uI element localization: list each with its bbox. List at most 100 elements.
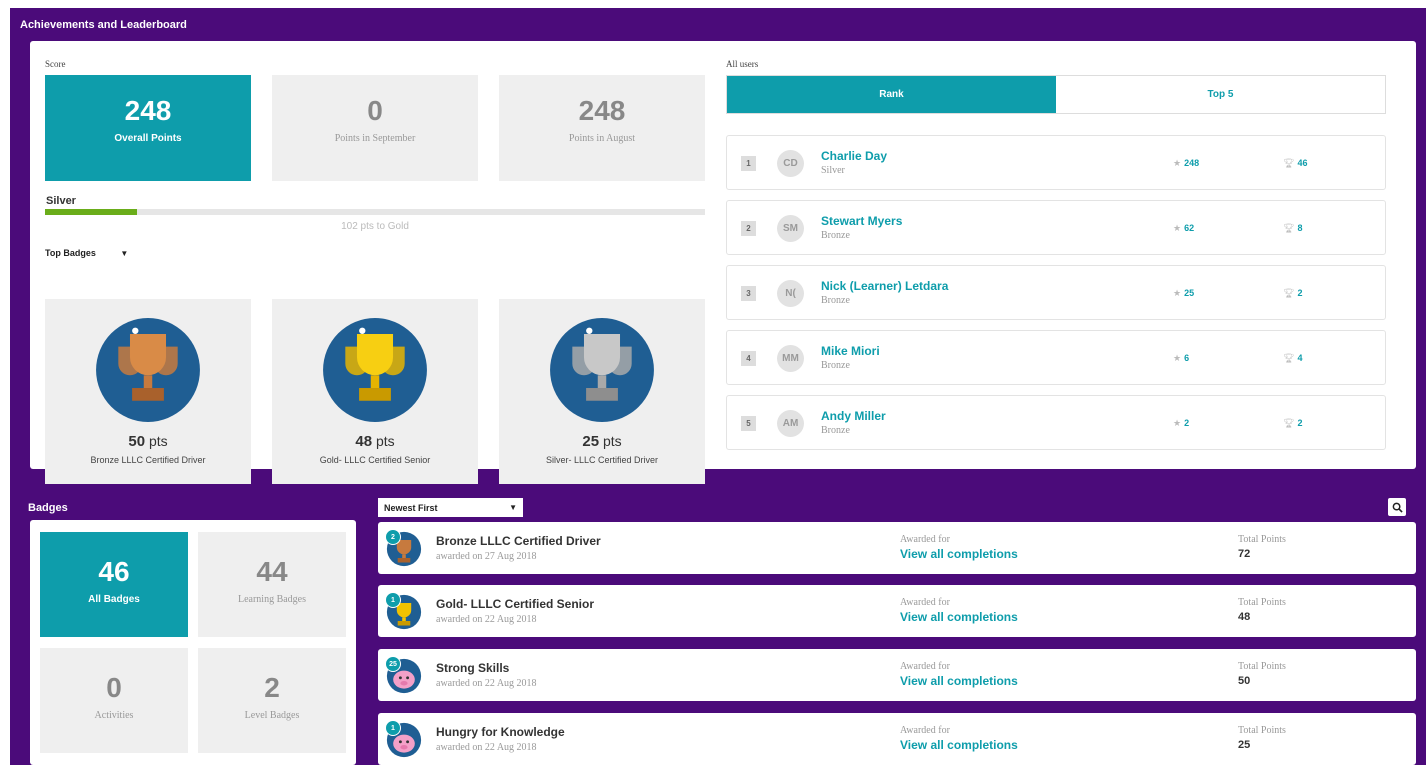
gold-trophy-icon xyxy=(323,318,427,422)
rank-number: 5 xyxy=(741,416,756,431)
next-level-text: 102 pts to Gold xyxy=(341,221,409,232)
rank-number: 3 xyxy=(741,286,756,301)
leaderboard-row[interactable]: 4 MM Mike Miori Bronze ★ 6 🏆︎ 4 xyxy=(726,330,1386,385)
avatar: SM xyxy=(777,215,804,242)
september-points-value: 0 xyxy=(367,95,383,126)
user-name-link[interactable]: Andy Miller xyxy=(821,409,886,423)
tab-top-5[interactable]: Top 5 xyxy=(1056,76,1385,113)
top-badges-dropdown[interactable]: Top Badges ▼ xyxy=(45,248,128,258)
view-completions-link[interactable]: View all completions xyxy=(900,610,1018,624)
level-badges-filter[interactable]: 2 Level Badges xyxy=(198,648,346,753)
learning-badges-label: Learning Badges xyxy=(237,594,307,605)
sort-dropdown[interactable]: Newest First ▼ xyxy=(378,498,523,517)
badge-date: awarded on 22 Aug 2018 xyxy=(436,614,537,625)
total-points-value: 48 xyxy=(1238,611,1251,623)
top-badge-card[interactable]: 50 pts Bronze LLLC Certified Driver xyxy=(45,299,251,484)
total-points-label: Total Points xyxy=(1238,725,1286,736)
user-points: ★ 2 xyxy=(1173,418,1190,428)
user-badges: 🏆︎ 46 xyxy=(1283,158,1308,168)
user-name-link[interactable]: Mike Miori xyxy=(821,344,880,358)
app-frame: Achievements and Leaderboard Score 248 O… xyxy=(10,8,1426,765)
overall-points-label: Overall Points xyxy=(114,133,182,144)
user-level: Bronze xyxy=(821,425,850,436)
trophy-icon: 🏆︎ xyxy=(1283,353,1295,363)
score-label: Score xyxy=(45,59,66,69)
sort-selected: Newest First xyxy=(384,502,438,513)
learning-badges-filter[interactable]: 44 Learning Badges xyxy=(198,532,346,637)
leaderboard-row[interactable]: 5 AM Andy Miller Bronze ★ 2 🏆︎ 2 xyxy=(726,395,1386,450)
chevron-down-icon: ▼ xyxy=(120,249,129,258)
badge-count: 1 xyxy=(385,720,401,736)
top-badge-card[interactable]: 48 pts Gold- LLLC Certified Senior xyxy=(272,299,478,484)
leaderboard-row[interactable]: 2 SM Stewart Myers Bronze ★ 62 🏆︎ 8 xyxy=(726,200,1386,255)
top-badges-label: Top Badges xyxy=(45,248,96,258)
badge-date: awarded on 27 Aug 2018 xyxy=(436,551,537,562)
awarded-for-label: Awarded for xyxy=(900,597,950,608)
overall-points-card[interactable]: 248 Overall Points xyxy=(45,75,251,181)
trophy-icon: 🏆︎ xyxy=(1283,288,1295,298)
level-badges-count: 2 xyxy=(264,672,280,703)
user-name-link[interactable]: Stewart Myers xyxy=(821,214,902,228)
user-points: ★ 62 xyxy=(1173,223,1195,233)
silver-trophy-icon xyxy=(550,318,654,422)
avatar: MM xyxy=(777,345,804,372)
overall-points-value: 248 xyxy=(124,95,172,126)
view-completions-link[interactable]: View all completions xyxy=(900,674,1018,688)
badges-title: Badges xyxy=(28,502,68,514)
leaderboard-row[interactable]: 1 CD Charlie Day Silver ★ 248 🏆︎ 46 xyxy=(726,135,1386,190)
user-level: Silver xyxy=(821,165,845,176)
awarded-for-label: Awarded for xyxy=(900,725,950,736)
badge-title: Bronze LLLC Certified Driver xyxy=(436,534,601,548)
top-badge-points: 25 pts xyxy=(582,433,622,450)
avatar: N( xyxy=(777,280,804,307)
view-completions-link[interactable]: View all completions xyxy=(900,738,1018,752)
user-name-link[interactable]: Charlie Day xyxy=(821,149,887,163)
badge-stats-panel: 46 All Badges 44 Learning Badges 0 Activ… xyxy=(30,520,356,765)
badge-list-item[interactable]: 2 Bronze LLLC Certified Driver awarded o… xyxy=(378,522,1416,574)
user-level: Bronze xyxy=(821,360,850,371)
badge-list-item[interactable]: 1 Gold- LLLC Certified Senior awarded on… xyxy=(378,585,1416,637)
trophy-icon: 🏆︎ xyxy=(1283,418,1295,428)
user-level: Bronze xyxy=(821,295,850,306)
star-icon: ★ xyxy=(1173,418,1182,428)
badge-count: 25 xyxy=(385,656,401,672)
badge-list-item[interactable]: 25 Strong Skills awarded on 22 Aug 2018 … xyxy=(378,649,1416,701)
all-badges-filter[interactable]: 46 All Badges xyxy=(40,532,188,637)
user-badges: 🏆︎ 2 xyxy=(1283,418,1303,428)
top-badge-name: Gold- LLLC Certified Senior xyxy=(319,455,431,465)
badge-list-item[interactable]: 1 Hungry for Knowledge awarded on 22 Aug… xyxy=(378,713,1416,765)
user-badges: 🏆︎ 8 xyxy=(1283,223,1303,233)
top-badge-points: 50 pts xyxy=(128,433,168,450)
tab-rank[interactable]: Rank xyxy=(727,76,1056,113)
avatar: CD xyxy=(777,150,804,177)
awarded-for-label: Awarded for xyxy=(900,661,950,672)
top-badge-card[interactable]: 25 pts Silver- LLLC Certified Driver xyxy=(499,299,705,484)
activities-filter[interactable]: 0 Activities xyxy=(40,648,188,753)
top-badge-name: Bronze LLLC Certified Driver xyxy=(90,455,206,465)
search-button[interactable] xyxy=(1388,498,1406,516)
search-icon xyxy=(1392,502,1403,513)
month-points-card-september: 0 Points in September xyxy=(272,75,478,181)
badge-count: 2 xyxy=(385,529,401,545)
user-level: Bronze xyxy=(821,230,850,241)
leaderboard-row[interactable]: 3 N( Nick (Learner) Letdara Bronze ★ 25 🏆… xyxy=(726,265,1386,320)
level-badges-label: Level Badges xyxy=(244,710,300,721)
view-completions-link[interactable]: View all completions xyxy=(900,547,1018,561)
all-users-label: All users xyxy=(726,59,759,69)
user-points: ★ 6 xyxy=(1173,353,1190,363)
user-name-link[interactable]: Nick (Learner) Letdara xyxy=(821,279,948,293)
august-points-label: Points in August xyxy=(568,133,636,144)
star-icon: ★ xyxy=(1173,353,1182,363)
total-points-value: 72 xyxy=(1238,548,1251,560)
user-points: ★ 248 xyxy=(1173,158,1200,168)
level-name: Silver xyxy=(46,195,76,207)
badge-date: awarded on 22 Aug 2018 xyxy=(436,742,537,753)
activities-count: 0 xyxy=(106,672,122,703)
star-icon: ★ xyxy=(1173,223,1182,233)
total-points-label: Total Points xyxy=(1238,534,1286,545)
top-badge-name: Silver- LLLC Certified Driver xyxy=(545,455,659,465)
chevron-down-icon: ▼ xyxy=(509,503,517,512)
total-points-label: Total Points xyxy=(1238,661,1286,672)
level-progress-track xyxy=(45,209,705,215)
all-badges-label: All Badges xyxy=(88,594,140,605)
